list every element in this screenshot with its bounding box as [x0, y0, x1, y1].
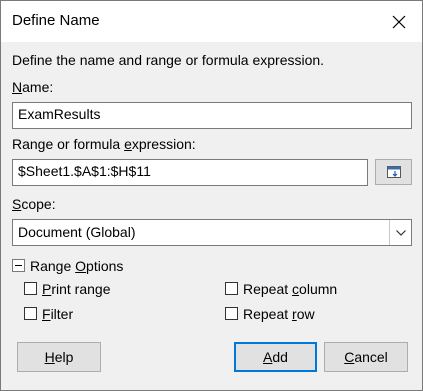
scope-label: Scope: [12, 196, 56, 212]
repeat-column-checkbox[interactable] [225, 282, 238, 295]
close-icon [392, 15, 406, 28]
filter-label[interactable]: Filter [42, 306, 73, 322]
shrink-range-icon [386, 166, 401, 178]
scope-dropdown-button[interactable] [389, 220, 411, 245]
range-options-label[interactable]: Range Options [30, 258, 123, 274]
scope-select[interactable]: Document (Global) [12, 219, 412, 246]
name-label: Name: [12, 79, 54, 95]
define-name-dialog: Define Name Define the name and range or… [0, 0, 423, 391]
cancel-button[interactable]: Cancel [324, 342, 408, 372]
range-expression-input[interactable]: $Sheet1.$A$1:$H$11 [12, 159, 368, 186]
title-bar: Define Name [1, 1, 422, 42]
help-button[interactable]: Help [17, 342, 101, 372]
name-input[interactable]: ExamResults [12, 102, 412, 129]
range-label: Range or formula expression: [12, 136, 196, 152]
close-button[interactable] [376, 1, 422, 42]
filter-checkbox[interactable] [24, 307, 37, 320]
repeat-row-label[interactable]: Repeat row [243, 306, 315, 322]
shrink-button[interactable] [375, 159, 412, 185]
print-range-checkbox[interactable] [24, 282, 37, 295]
chevron-down-icon [395, 229, 406, 236]
repeat-row-checkbox[interactable] [225, 307, 238, 320]
dialog-title: Define Name [12, 12, 100, 29]
repeat-column-label[interactable]: Repeat column [243, 281, 337, 297]
collapse-icon[interactable] [12, 259, 25, 272]
scope-selected-value: Document (Global) [18, 224, 136, 240]
add-button[interactable]: Add [234, 342, 317, 372]
print-range-label[interactable]: Print range [42, 281, 111, 297]
instruction-text: Define the name and range or formula exp… [12, 52, 325, 68]
